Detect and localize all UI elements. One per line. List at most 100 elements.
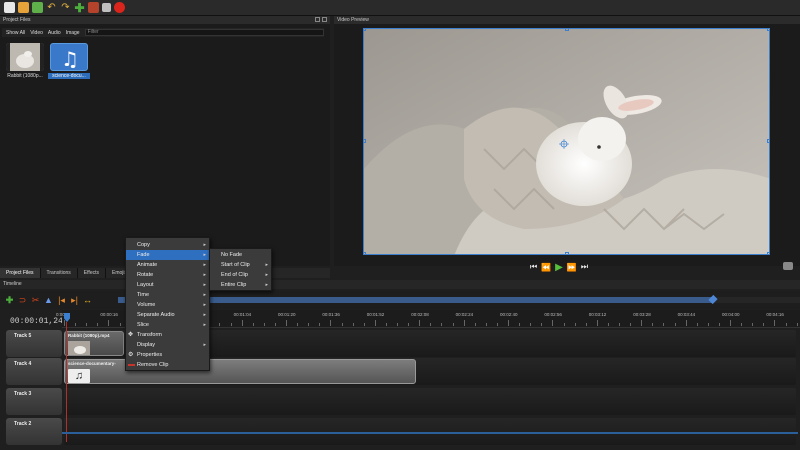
fade-option-no-fade[interactable]: No Fade [210,250,271,260]
menu-item-animate[interactable]: Animate ▸ [126,260,209,270]
submenu-arrow-icon: ▸ [265,282,268,288]
menu-item-remove-clip[interactable]: Remove Clip [126,360,209,370]
previous-marker-icon[interactable]: |◂ [57,295,66,305]
menu-item-time[interactable]: Time ▸ [126,290,209,300]
snap-icon[interactable]: ⊃ [18,295,27,305]
resize-handle[interactable] [565,29,569,31]
undo-icon[interactable]: ↶ [46,2,57,13]
menu-item-slice[interactable]: Slice ▸ [126,320,209,330]
resize-handle[interactable] [364,139,366,143]
ruler-tick [707,323,709,326]
submenu-arrow-icon: ▸ [203,312,206,318]
ruler-tick [363,323,365,326]
fade-option-entire-clip[interactable]: Entire Clip ▸ [210,280,271,290]
track-header[interactable]: Track 3 [6,388,62,415]
jump-start-icon[interactable]: ⏮ [530,262,537,272]
resize-handle[interactable] [767,252,769,254]
ruler-tick-label: 00:01:36 [322,312,340,317]
track-body[interactable] [64,388,796,415]
menu-item-label: Time [137,292,150,298]
filter-image[interactable]: Image [66,30,80,36]
menu-item-label: Transform [137,332,162,338]
fast-forward-icon[interactable]: ⏩ [567,263,577,272]
save-project-icon[interactable] [32,2,43,13]
center-playhead-icon[interactable]: ↔ [83,295,92,305]
remove-icon [128,364,135,366]
menu-item-copy[interactable]: Copy ▸ [126,240,209,250]
resize-handle[interactable] [767,139,769,143]
menu-item-label: Separate Audio [137,312,175,318]
ruler-tick-label: 00:04:00 [722,312,740,317]
filter-input[interactable]: Filter [84,29,324,36]
ruler-tick [596,320,598,326]
resize-handle[interactable] [767,29,769,31]
open-project-icon[interactable] [18,2,29,13]
camera-icon[interactable] [783,262,793,270]
ruler-tick [308,323,310,326]
track-header[interactable]: Track 4 [6,358,62,385]
track-header[interactable]: Track 5 [6,330,62,357]
ruler-tick [463,320,465,326]
next-marker-icon[interactable]: ▸| [70,295,79,305]
zoom-slider[interactable] [118,294,800,305]
ruler-tick [519,323,521,326]
rewind-icon[interactable]: ⏪ [541,263,551,272]
menu-item-label: Properties [137,352,163,358]
fade-option-start-of-clip[interactable]: Start of Clip ▸ [210,260,271,270]
ruler-tick [585,323,587,326]
menu-item-layout[interactable]: Layout ▸ [126,280,209,290]
ruler-tick [86,323,88,326]
record-icon[interactable] [114,2,125,13]
redo-icon[interactable]: ↷ [60,2,71,13]
fade-option-end-of-clip[interactable]: End of Clip ▸ [210,270,271,280]
project-files-panel: Show All Video Audio Image Filter Rabbit… [0,24,330,266]
ruler-tick [286,320,287,326]
new-project-icon[interactable] [4,2,15,13]
resize-handle[interactable] [364,29,366,31]
ruler-tick-label: 00:01:20 [278,312,296,317]
resize-handle[interactable] [364,252,366,254]
tab-effects[interactable]: Effects [78,268,106,278]
export-video-icon[interactable] [102,3,111,12]
menu-item-properties[interactable]: ⚙ Properties [126,350,209,360]
menu-item-rotate[interactable]: Rotate ▸ [126,270,209,280]
ruler-tick [796,323,798,326]
menu-item-label: Display [137,342,156,348]
ruler-tick [530,323,532,326]
add-track-icon[interactable]: ✚ [5,295,14,305]
submenu-arrow-icon: ▸ [203,262,206,268]
menu-item-display[interactable]: Display ▸ [126,340,209,350]
tab-transitions[interactable]: Transitions [41,268,78,278]
tab-project-files[interactable]: Project Files [0,268,41,278]
ruler-tick [474,323,476,326]
clip-title: Rabbit (1080p).mp4 [68,333,110,338]
ruler-tick [97,323,99,326]
timeline-scrollbar[interactable] [62,432,798,434]
filter-video[interactable]: Video [30,30,43,36]
filter-audio[interactable]: Audio [48,30,61,36]
file-item-selected[interactable]: ♫ science-docu... [48,42,90,80]
razor-icon[interactable]: ✂ [31,295,40,305]
video-thumbnail [6,43,44,71]
ruler-tick [641,320,643,326]
add-files-icon[interactable]: ✚ [74,2,85,14]
close-panel-icon[interactable] [322,17,327,22]
jump-end-icon[interactable]: ⏭ [581,262,588,272]
video-clip[interactable]: Rabbit (1080p).mp4 [64,331,124,356]
float-panel-icon[interactable] [315,17,320,22]
menu-item-separate-audio[interactable]: Separate Audio ▸ [126,310,209,320]
ruler-tick [230,323,232,326]
ruler-tick [652,323,654,326]
filter-show-all[interactable]: Show All [6,30,25,36]
track-header[interactable]: Track 2 [6,418,62,445]
choose-profile-icon[interactable] [88,2,99,13]
add-marker-icon[interactable]: ▲ [44,295,53,305]
video-frame[interactable] [363,28,770,255]
menu-item-transform[interactable]: ✥ Transform [126,330,209,340]
play-icon[interactable]: ▶ [555,262,563,273]
menu-item-fade[interactable]: Fade ▸ [126,250,209,260]
resize-handle[interactable] [565,252,569,254]
audio-clip[interactable]: science-documentary- ♫ [64,359,416,384]
file-item[interactable]: Rabbit (1080p... [4,42,46,80]
menu-item-volume[interactable]: Volume ▸ [126,300,209,310]
